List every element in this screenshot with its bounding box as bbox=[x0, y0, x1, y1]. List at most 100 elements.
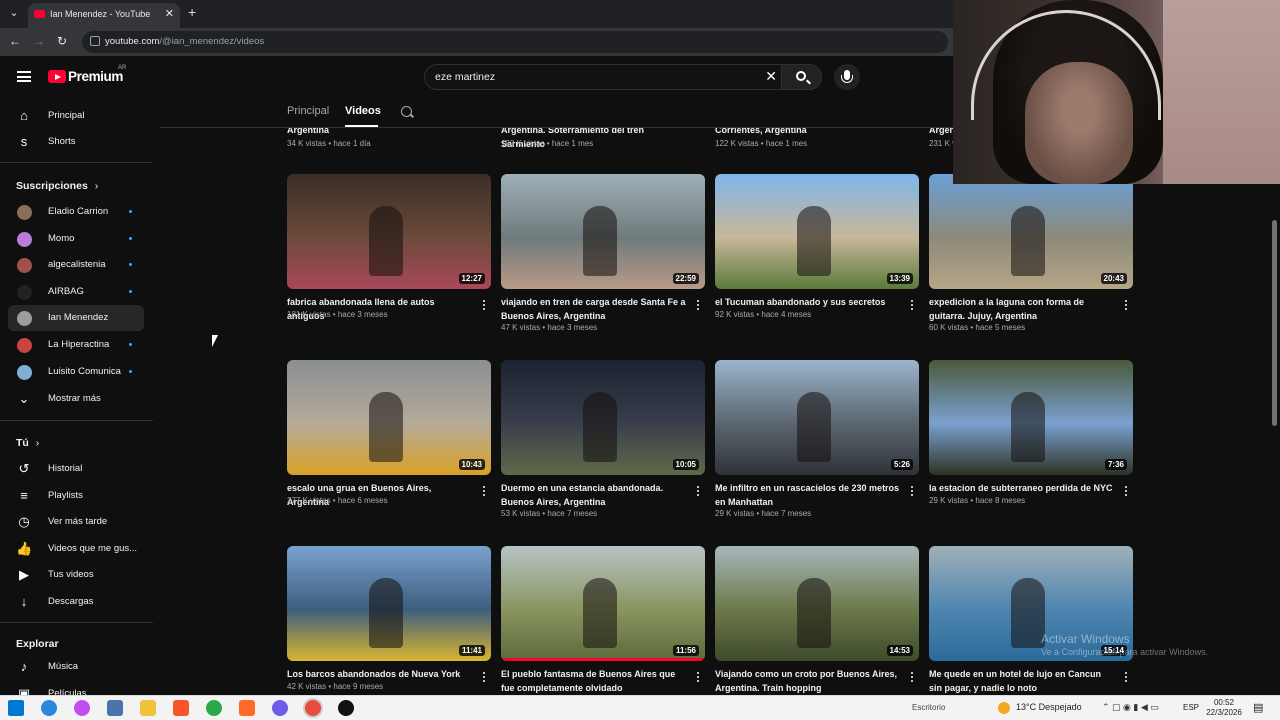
video-card[interactable]: 12:27 fabrica abandonada llena de autos … bbox=[287, 174, 491, 360]
more-actions-icon[interactable] bbox=[1121, 670, 1131, 684]
copilot-icon[interactable] bbox=[74, 700, 90, 716]
folder-icon[interactable] bbox=[140, 700, 156, 716]
channel-search-icon[interactable] bbox=[401, 106, 412, 117]
video-title[interactable]: expedicion a la laguna con forma de guit… bbox=[929, 296, 1115, 323]
video-card[interactable]: 20:43 expedicion a la laguna con forma d… bbox=[929, 174, 1133, 360]
video-card[interactable]: 15:14 Me quede en un hotel de lujo en Ca… bbox=[929, 546, 1133, 695]
more-actions-icon[interactable] bbox=[693, 484, 703, 498]
forward-icon[interactable]: → bbox=[31, 34, 47, 48]
sidebar-subscription[interactable]: AIRBAG bbox=[8, 279, 144, 305]
weather-text[interactable]: 13°C Despejado bbox=[1016, 702, 1082, 712]
chrome-icon[interactable] bbox=[305, 700, 321, 716]
video-card[interactable]: 10:43 escalo una grua en Buenos Aires, A… bbox=[287, 360, 491, 546]
pc-icon[interactable] bbox=[107, 700, 123, 716]
tab-videos[interactable]: Videos bbox=[345, 105, 381, 117]
sidebar-item[interactable]: ♪ Música bbox=[8, 654, 144, 680]
menu-icon[interactable] bbox=[17, 71, 31, 82]
scrollbar[interactable] bbox=[1270, 184, 1280, 695]
video-card[interactable]: 13:39 el Tucuman abandonado y sus secret… bbox=[715, 174, 919, 360]
more-actions-icon[interactable] bbox=[693, 670, 703, 684]
app-icon[interactable] bbox=[239, 700, 255, 716]
more-actions-icon[interactable] bbox=[1121, 484, 1131, 498]
video-thumbnail[interactable]: 11:56 bbox=[501, 546, 705, 661]
video-thumbnail[interactable]: 22:59 bbox=[501, 174, 705, 289]
language-indicator[interactable]: ESP bbox=[1183, 703, 1199, 712]
sidebar-subscription[interactable]: Luisito Comunica bbox=[8, 359, 144, 385]
sidebar-subscription[interactable]: Ian Menendez bbox=[8, 305, 144, 332]
video-card[interactable]: 7:36 la estacion de subterraneo perdida … bbox=[929, 360, 1133, 546]
video-thumbnail[interactable]: 10:43 bbox=[287, 360, 491, 475]
video-card[interactable]: 10:05 Duermo en una estancia abandonada.… bbox=[501, 360, 705, 546]
sidebar-item[interactable]: ▣ Películas bbox=[8, 681, 144, 695]
start-icon[interactable] bbox=[8, 700, 24, 716]
globe-icon[interactable] bbox=[206, 700, 222, 716]
more-actions-icon[interactable] bbox=[479, 670, 489, 684]
more-actions-icon[interactable] bbox=[479, 484, 489, 498]
more-actions-icon[interactable] bbox=[907, 670, 917, 684]
tab-principal[interactable]: Principal bbox=[287, 105, 329, 117]
new-tab-icon[interactable]: + bbox=[188, 4, 196, 20]
video-title[interactable]: El pueblo fantasma de Buenos Aires que f… bbox=[501, 668, 687, 695]
video-title[interactable]: Argentina bbox=[287, 128, 473, 138]
clear-search-icon[interactable]: ✕ bbox=[765, 68, 777, 85]
video-card[interactable]: 14:53 Viajando como un croto por Buenos … bbox=[715, 546, 919, 695]
video-title[interactable]: Me quede en un hotel de lujo en Cancun s… bbox=[929, 668, 1115, 695]
video-thumbnail[interactable]: 10:05 bbox=[501, 360, 705, 475]
taskbar-search[interactable]: Escritorio bbox=[912, 703, 945, 712]
show-more-button[interactable]: ⌄ Mostrar más bbox=[8, 386, 144, 412]
url-field[interactable]: youtube.com/@ian_menendez/videos bbox=[82, 31, 948, 53]
edge-icon[interactable] bbox=[41, 700, 57, 716]
video-thumbnail[interactable]: 12:27 bbox=[287, 174, 491, 289]
video-thumbnail[interactable]: 13:39 bbox=[715, 174, 919, 289]
back-icon[interactable]: ← bbox=[7, 34, 23, 48]
you-heading[interactable]: Tú › bbox=[16, 437, 39, 449]
site-info-icon[interactable] bbox=[90, 36, 100, 46]
more-actions-icon[interactable] bbox=[907, 484, 917, 498]
video-thumbnail[interactable]: 20:43 bbox=[929, 174, 1133, 289]
video-title[interactable]: la estacion de subterraneo perdida de NY… bbox=[929, 482, 1115, 496]
close-tab-icon[interactable]: ✕ bbox=[165, 7, 174, 20]
reload-icon[interactable]: ↻ bbox=[54, 34, 70, 48]
sidebar-item[interactable]: ≡ Playlists bbox=[8, 483, 144, 509]
browser-tab[interactable]: Ian Menendez - YouTube ✕ bbox=[28, 3, 180, 28]
video-title[interactable]: Los barcos abandonados de Nueva York bbox=[287, 668, 473, 682]
video-title[interactable]: el Tucuman abandonado y sus secretos bbox=[715, 296, 901, 310]
sidebar-item[interactable]: ↺ Historial bbox=[8, 456, 144, 482]
subscriptions-heading[interactable]: Suscripciones › bbox=[16, 180, 98, 192]
video-thumbnail[interactable]: 14:53 bbox=[715, 546, 919, 661]
more-actions-icon[interactable] bbox=[479, 298, 489, 312]
video-thumbnail[interactable]: 5:26 bbox=[715, 360, 919, 475]
more-actions-icon[interactable] bbox=[693, 298, 703, 312]
brave-icon[interactable] bbox=[173, 700, 189, 716]
video-card[interactable]: 11:56 El pueblo fantasma de Buenos Aires… bbox=[501, 546, 705, 695]
search-input[interactable]: eze martinez bbox=[435, 71, 495, 83]
sidebar-item[interactable]: ◷ Ver más tarde bbox=[8, 509, 144, 535]
search-button[interactable] bbox=[781, 64, 822, 90]
sidebar-subscription[interactable]: La Hiperactina bbox=[8, 332, 144, 358]
sidebar-item[interactable]: 👍 Videos que me gus... bbox=[8, 536, 144, 562]
more-actions-icon[interactable] bbox=[1121, 298, 1131, 312]
more-actions-icon[interactable] bbox=[907, 298, 917, 312]
video-title[interactable]: Corrientes, Argentina bbox=[715, 128, 901, 138]
search-box[interactable]: eze martinez ✕ bbox=[424, 64, 788, 90]
sidebar-subscription[interactable]: Momo bbox=[8, 226, 144, 252]
video-title[interactable]: Duermo en una estancia abandonada. Bueno… bbox=[501, 482, 687, 509]
video-card[interactable]: 5:26 Me infiltro en un rascacielos de 23… bbox=[715, 360, 919, 546]
sidebar-subscription[interactable]: Eladio Carrion bbox=[8, 199, 144, 225]
sidebar-item[interactable]: ⌂ Principal bbox=[8, 103, 144, 129]
video-card[interactable]: 11:41 Los barcos abandonados de Nueva Yo… bbox=[287, 546, 491, 695]
video-card[interactable]: 22:59 viajando en tren de carga desde Sa… bbox=[501, 174, 705, 360]
scrollbar-thumb[interactable] bbox=[1272, 220, 1277, 426]
system-tray-icons[interactable]: ⌃ ▢ ◉ ▮ ◀ ▭ bbox=[1102, 702, 1159, 713]
voice-search-button[interactable] bbox=[834, 64, 860, 90]
sidebar-item[interactable]: ↓ Descargas bbox=[8, 589, 144, 615]
video-title[interactable]: Viajando como un croto por Buenos Aires,… bbox=[715, 668, 901, 695]
notifications-icon[interactable]: ▤ bbox=[1253, 701, 1263, 714]
video-thumbnail[interactable]: 7:36 bbox=[929, 360, 1133, 475]
obs-icon[interactable] bbox=[272, 700, 288, 716]
sidebar-item[interactable]: ѕ Shorts bbox=[8, 129, 144, 155]
sidebar-item[interactable]: ▶ Tus videos bbox=[8, 562, 144, 588]
media-icon[interactable] bbox=[338, 700, 354, 716]
sidebar-subscription[interactable]: algecalistenia bbox=[8, 252, 144, 278]
video-title[interactable]: Me infiltro en un rascacielos de 230 met… bbox=[715, 482, 901, 509]
